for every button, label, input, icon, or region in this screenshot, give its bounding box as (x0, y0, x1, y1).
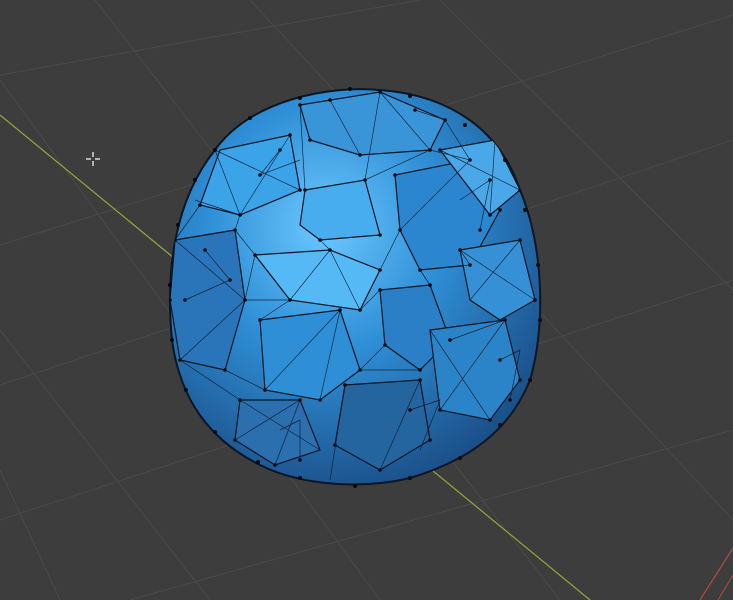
viewport-canvas[interactable] (0, 0, 733, 600)
3d-viewport[interactable] (0, 0, 733, 600)
3d-cursor-crosshair-icon[interactable] (86, 152, 100, 166)
y-axis-line (699, 547, 733, 600)
sphere-mesh[interactable] (168, 87, 542, 488)
z-axis-line (717, 574, 733, 600)
